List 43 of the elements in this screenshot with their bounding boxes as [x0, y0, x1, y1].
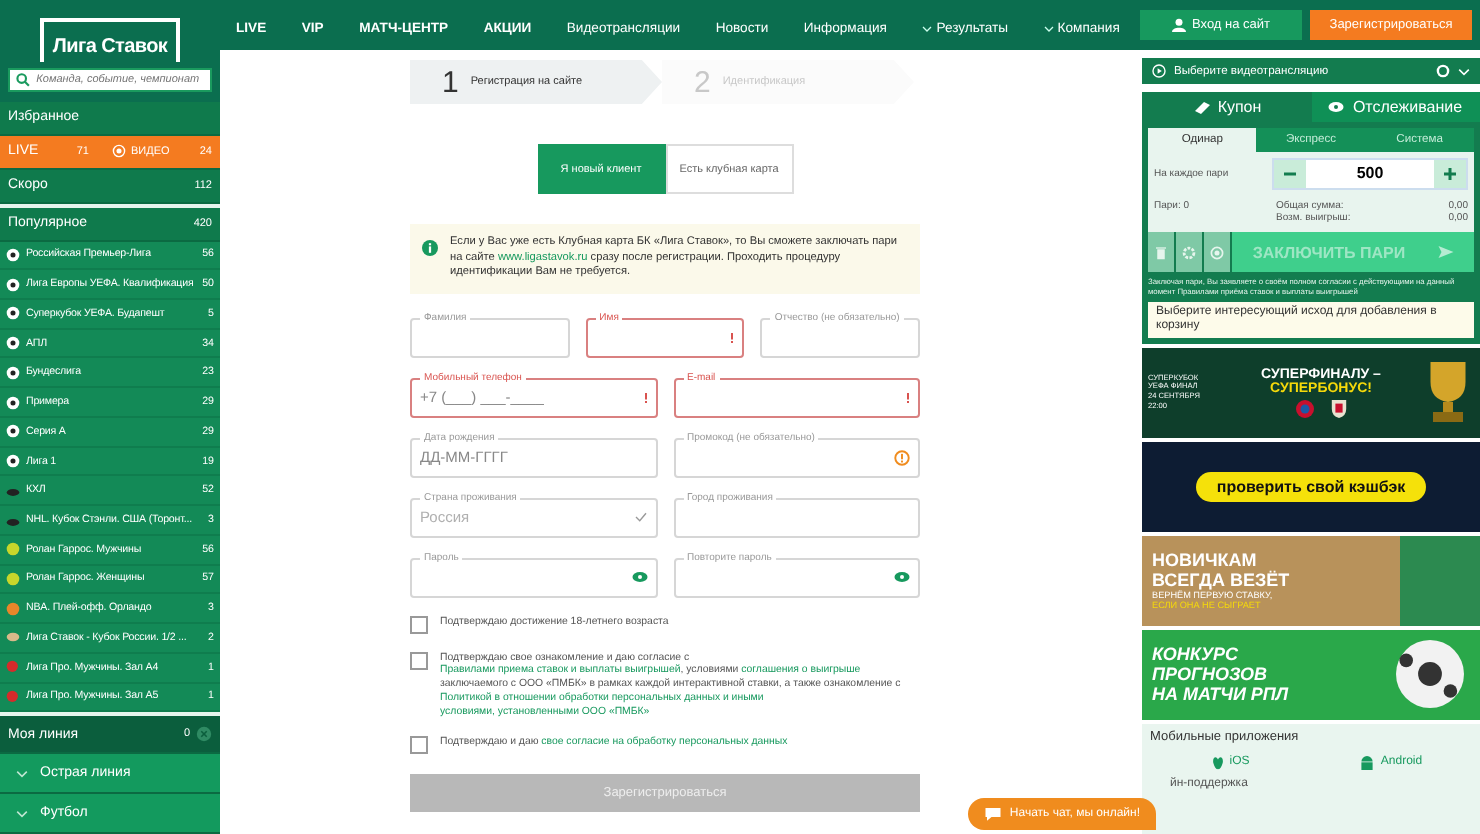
android-icon	[1360, 755, 1375, 770]
video-icon	[111, 144, 125, 159]
send-icon	[1437, 246, 1454, 258]
checkbox[interactable]	[410, 615, 428, 633]
illustration-placeholder	[1400, 535, 1480, 626]
chevron-icon	[922, 26, 933, 32]
circle-icon	[1210, 245, 1224, 259]
chevron-icon	[16, 769, 28, 778]
chat-icon	[983, 806, 1002, 822]
user-icon	[1172, 18, 1186, 32]
search-icon	[16, 71, 31, 88]
close-icon[interactable]	[196, 726, 212, 743]
promo-banner[interactable]: проверить свой кэшбэк	[1142, 441, 1480, 532]
promo-banner[interactable]: КОНКУРС ПРОГНОЗОВ НА МАТЧИ РПЛ	[1142, 629, 1480, 720]
eye-icon[interactable]	[631, 572, 647, 582]
info-icon	[422, 240, 438, 256]
play-icon	[1152, 64, 1166, 78]
banner-title: НА МАТЧИ РПЛ	[1152, 684, 1289, 705]
chevron-icon	[1043, 26, 1054, 32]
ticket-icon	[1191, 101, 1210, 113]
club-crest-icon	[1329, 399, 1347, 418]
banner-title: ПРОГНОЗОВ	[1152, 664, 1270, 685]
eye-icon[interactable]	[894, 572, 910, 582]
check-icon	[633, 512, 647, 522]
banner-title: ВСЕГДА ВЕЗЁТ	[1152, 570, 1290, 591]
checkbox[interactable]	[410, 651, 428, 669]
coupon-tab[interactable]: Отслеживание	[1311, 92, 1480, 122]
settings-button[interactable]	[1176, 232, 1202, 272]
error-icon	[730, 331, 735, 343]
eye-icon	[1328, 102, 1345, 112]
delete-button[interactable]	[1148, 232, 1174, 272]
warning-icon	[894, 449, 910, 465]
soccer-ball-icon	[1396, 640, 1464, 709]
banner-title: НОВИЧКАМ	[1152, 550, 1257, 571]
options-button[interactable]	[1204, 232, 1230, 272]
chevron-icon	[16, 809, 28, 818]
settings-icon	[1182, 245, 1196, 259]
checkbox[interactable]	[410, 736, 428, 755]
trash-icon	[1156, 245, 1166, 259]
chevron-icon	[1458, 67, 1470, 75]
banner-title: проверить свой кэшбэк	[1196, 471, 1426, 502]
banner-title: КОНКУРС	[1152, 644, 1241, 665]
club-crest-icon	[1295, 399, 1313, 418]
